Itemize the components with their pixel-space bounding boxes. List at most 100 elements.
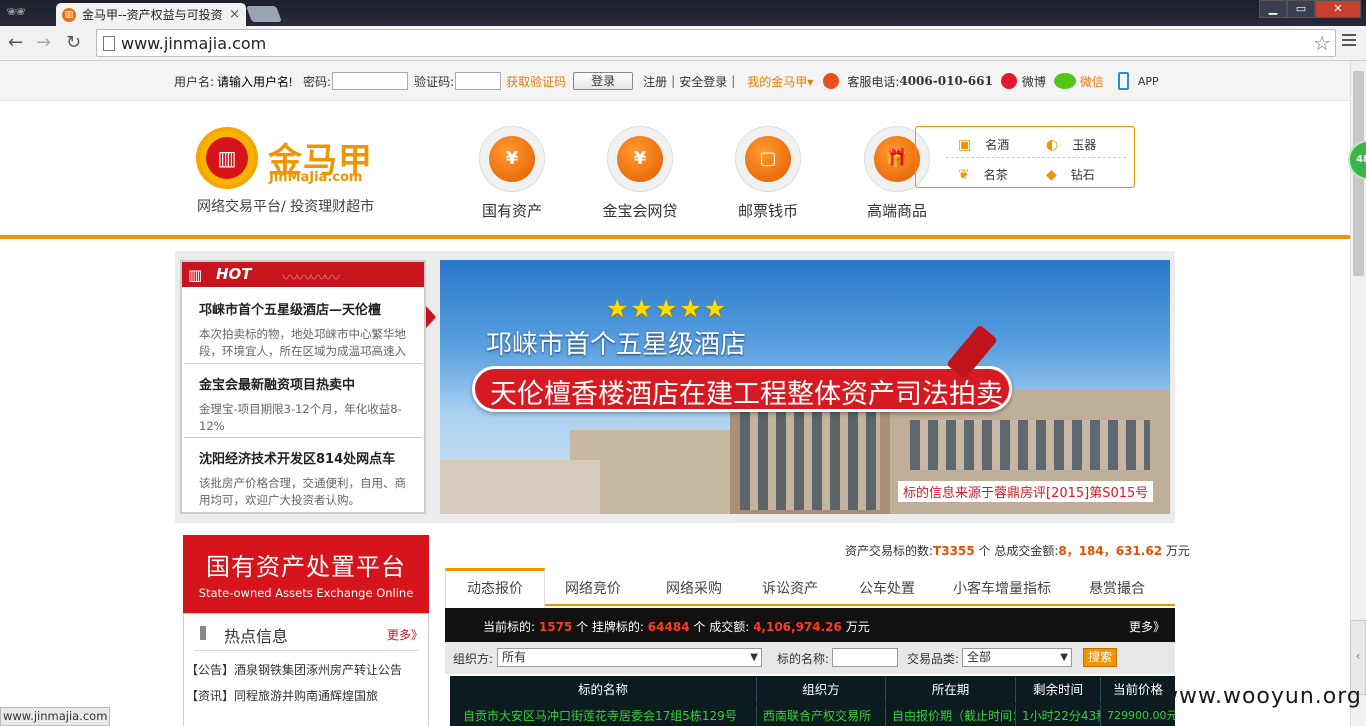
mini-link-tea[interactable]: ❦ 名茶 xyxy=(958,166,1008,183)
hot-item[interactable]: 金宝会最新融资项目热卖中 金理宝-项目期限3-12个月，年化收益8-12% xyxy=(184,364,422,438)
browser-tab[interactable]: ▥ 金马甲--资产权益与可投资 × xyxy=(56,3,246,26)
tab-bounty-matching[interactable]: 悬赏撮合 xyxy=(1067,574,1167,606)
news-item[interactable]: 【资讯】同程旅游并购南通辉煌国旅 xyxy=(186,687,378,704)
new-tab-button[interactable] xyxy=(246,6,282,22)
username-label: 用户名: xyxy=(174,74,215,89)
url-text[interactable]: www.jinmajia.com xyxy=(121,34,266,53)
tab-online-procurement[interactable]: 网络采购 xyxy=(649,574,739,606)
cell-asset-name[interactable]: 自贡市大安区马冲口街莲花寺居委会17组5栋129号 xyxy=(457,705,757,726)
hotline-number: 4006-010-661 xyxy=(899,74,993,88)
tab-car-quota[interactable]: 小客车增量指标 xyxy=(942,574,1062,606)
reload-icon[interactable]: ↻ xyxy=(66,32,81,53)
hot-news-panel: 热点信息 更多》 【公告】酒泉钢铁集团涿州房产转让公告 【资讯】同程旅游并购南通… xyxy=(183,613,429,726)
browser-toolbar: ← → ↻ www.jinmajia.com ☆ xyxy=(0,26,1366,61)
hot-label: HOT xyxy=(216,265,252,283)
platform-subtitle: State-owned Assets Exchange Online xyxy=(198,586,414,600)
password-input[interactable] xyxy=(332,72,409,90)
diamond-icon: ◆ xyxy=(1046,167,1057,183)
captcha-label: 验证码: xyxy=(414,74,455,89)
incognito-icon: 🕶 xyxy=(6,2,27,21)
news-item[interactable]: 【公告】酒泉钢铁集团涿州房产转让公告 xyxy=(186,661,402,678)
five-stars-icon: ★★★★★ xyxy=(606,294,729,323)
divider xyxy=(946,157,1126,158)
current-count: 1575 xyxy=(538,620,573,634)
tab-live-quotes[interactable]: 动态报价 xyxy=(445,568,545,608)
government-building-icon: ¥ xyxy=(479,126,545,192)
mini-link-liquor[interactable]: ▣ 名酒 xyxy=(958,136,1009,153)
register-link[interactable]: 注册 xyxy=(643,73,667,90)
get-captcha-link[interactable]: 获取验证码 xyxy=(506,73,566,90)
weibo-link[interactable]: 微博 xyxy=(1022,73,1046,90)
hot-item[interactable]: 沈阳经济技术开发区814处网点车 该批房产价格合理，交通便利，自用、商用均可，欢… xyxy=(184,438,422,512)
address-bar[interactable]: www.jinmajia.com ☆ xyxy=(96,29,1336,57)
phone-icon xyxy=(823,73,840,89)
category-label: 国有资产 xyxy=(481,202,542,220)
org-select[interactable]: 所有 ▼ xyxy=(497,648,762,667)
type-select[interactable]: 全部 ▼ xyxy=(962,648,1072,667)
maximize-button[interactable]: ▭ xyxy=(1287,0,1315,18)
column-header: 所在期 xyxy=(886,677,1016,703)
my-account-menu[interactable]: 我的金马甲▾ xyxy=(747,73,813,90)
cell-organizer: 西南联合产权交易所 xyxy=(757,705,886,726)
hot-item[interactable]: 邛崃市首个五星级酒店—天伦檀 本次拍卖标的物，地处邛崃市中心繁华地段，环境宜人，… xyxy=(184,289,422,364)
close-window-button[interactable]: ✕ xyxy=(1315,0,1361,18)
tab-online-bidding[interactable]: 网络竞价 xyxy=(553,574,633,606)
hot-item-title[interactable]: 邛崃市首个五星级酒店—天伦檀 xyxy=(199,299,414,318)
captcha-input[interactable] xyxy=(455,72,502,90)
category-p2p-loans[interactable]: ¥ 金宝会网贷 xyxy=(580,126,700,221)
mini-link-diamond[interactable]: ◆ 钻石 xyxy=(1046,166,1095,183)
section-marker-icon xyxy=(200,626,206,640)
app-link[interactable]: APP xyxy=(1138,75,1159,88)
hot-item-title[interactable]: 沈阳经济技术开发区814处网点车 xyxy=(199,448,414,467)
cell-period: 自由报价期（截止时间： xyxy=(886,705,1016,726)
tab-official-vehicles[interactable]: 公车处置 xyxy=(845,574,929,606)
safe-login-link[interactable]: 安全登录 xyxy=(679,73,727,90)
hero-banner[interactable]: ★★★★★ 邛崃市首个五星级酒店 天伦檀香楼酒店在建工程整体资产司法拍卖 标的信… xyxy=(440,260,1170,514)
total-amount: 8，184，631.62 xyxy=(1058,544,1163,558)
tab-litigation-assets[interactable]: 诉讼资产 xyxy=(748,574,832,606)
hot-item-title[interactable]: 金宝会最新融资项目热卖中 xyxy=(199,374,414,393)
search-button[interactable]: 搜索 xyxy=(1083,648,1117,667)
divider: | xyxy=(731,74,736,88)
window-pattern xyxy=(910,420,1150,470)
platform-banner[interactable]: 国有资产处置平台 State-owned Assets Exchange Onl… xyxy=(183,535,429,613)
weibo-icon[interactable] xyxy=(1000,73,1017,89)
ticker-more-link[interactable]: 更多》 xyxy=(1129,618,1165,635)
wechat-icon[interactable] xyxy=(1053,73,1076,89)
luxury-sub-categories: ▣ 名酒 ◐ 玉器 ❦ 名茶 ◆ 钻石 xyxy=(915,126,1135,188)
column-header: 标的名称 xyxy=(450,677,757,703)
browser-menu-icon[interactable] xyxy=(1342,34,1356,49)
listed-count: 64484 xyxy=(647,620,690,634)
mobile-app-icon[interactable] xyxy=(1117,72,1129,90)
username-input[interactable] xyxy=(215,72,300,90)
category-label: 高端商品 xyxy=(866,202,927,220)
web-page: 用户名: 密码: 验证码: 获取验证码 登录 注册 | 安全登录 | 我的金马甲… xyxy=(0,61,1350,726)
dropdown-arrow-icon: ▼ xyxy=(1060,652,1068,663)
wine-icon: ▣ xyxy=(958,137,972,153)
type-label: 交易品类: xyxy=(907,652,960,666)
browser-titlebar: 🕶 ▥ 金马甲--资产权益与可投资 × ▁ ▭ ✕ xyxy=(0,0,1366,26)
hot-icon: ▥ xyxy=(188,266,203,284)
logo-domain[interactable]: JinMaJia.com xyxy=(269,170,362,185)
hot-item-desc: 本次拍卖标的物，地处邛崃市中心繁华地段，环境宜人，所在区域为成温邛高速入 xyxy=(199,327,406,358)
hot-news-more-link[interactable]: 更多》 xyxy=(387,626,423,643)
back-icon[interactable]: ← xyxy=(8,32,23,53)
banner-subhead: 天伦檀香楼酒店在建工程整体资产司法拍卖 xyxy=(490,379,1003,410)
forward-icon[interactable]: → xyxy=(36,32,51,53)
bookmark-star-icon[interactable]: ☆ xyxy=(1313,31,1331,55)
login-button[interactable]: 登录 xyxy=(573,72,634,90)
hot-news-title: 热点信息 xyxy=(224,627,289,646)
name-input[interactable] xyxy=(832,648,898,667)
mini-link-jade[interactable]: ◐ 玉器 xyxy=(1046,136,1096,153)
logo-icon[interactable]: ▥ xyxy=(196,127,258,189)
category-state-assets[interactable]: ¥ 国有资产 xyxy=(452,126,572,221)
wechat-link[interactable]: 微信 xyxy=(1080,73,1104,90)
tab-close-icon[interactable]: × xyxy=(229,7,240,22)
banner-source: 标的信息来源于蓉鼎房评[2015]第S015号 xyxy=(898,481,1154,502)
name-label: 标的名称: xyxy=(777,652,830,666)
live-ticker: 当前标的: 1575 个 挂牌标的: 64484 个 成交额: 4,106,97… xyxy=(445,608,1175,642)
tea-leaf-icon: ❦ xyxy=(958,167,970,183)
password-label: 密码: xyxy=(303,74,332,89)
category-stamps-coins[interactable]: ▢ 邮票钱币 xyxy=(708,126,828,221)
minimize-button[interactable]: ▁ xyxy=(1259,0,1287,18)
